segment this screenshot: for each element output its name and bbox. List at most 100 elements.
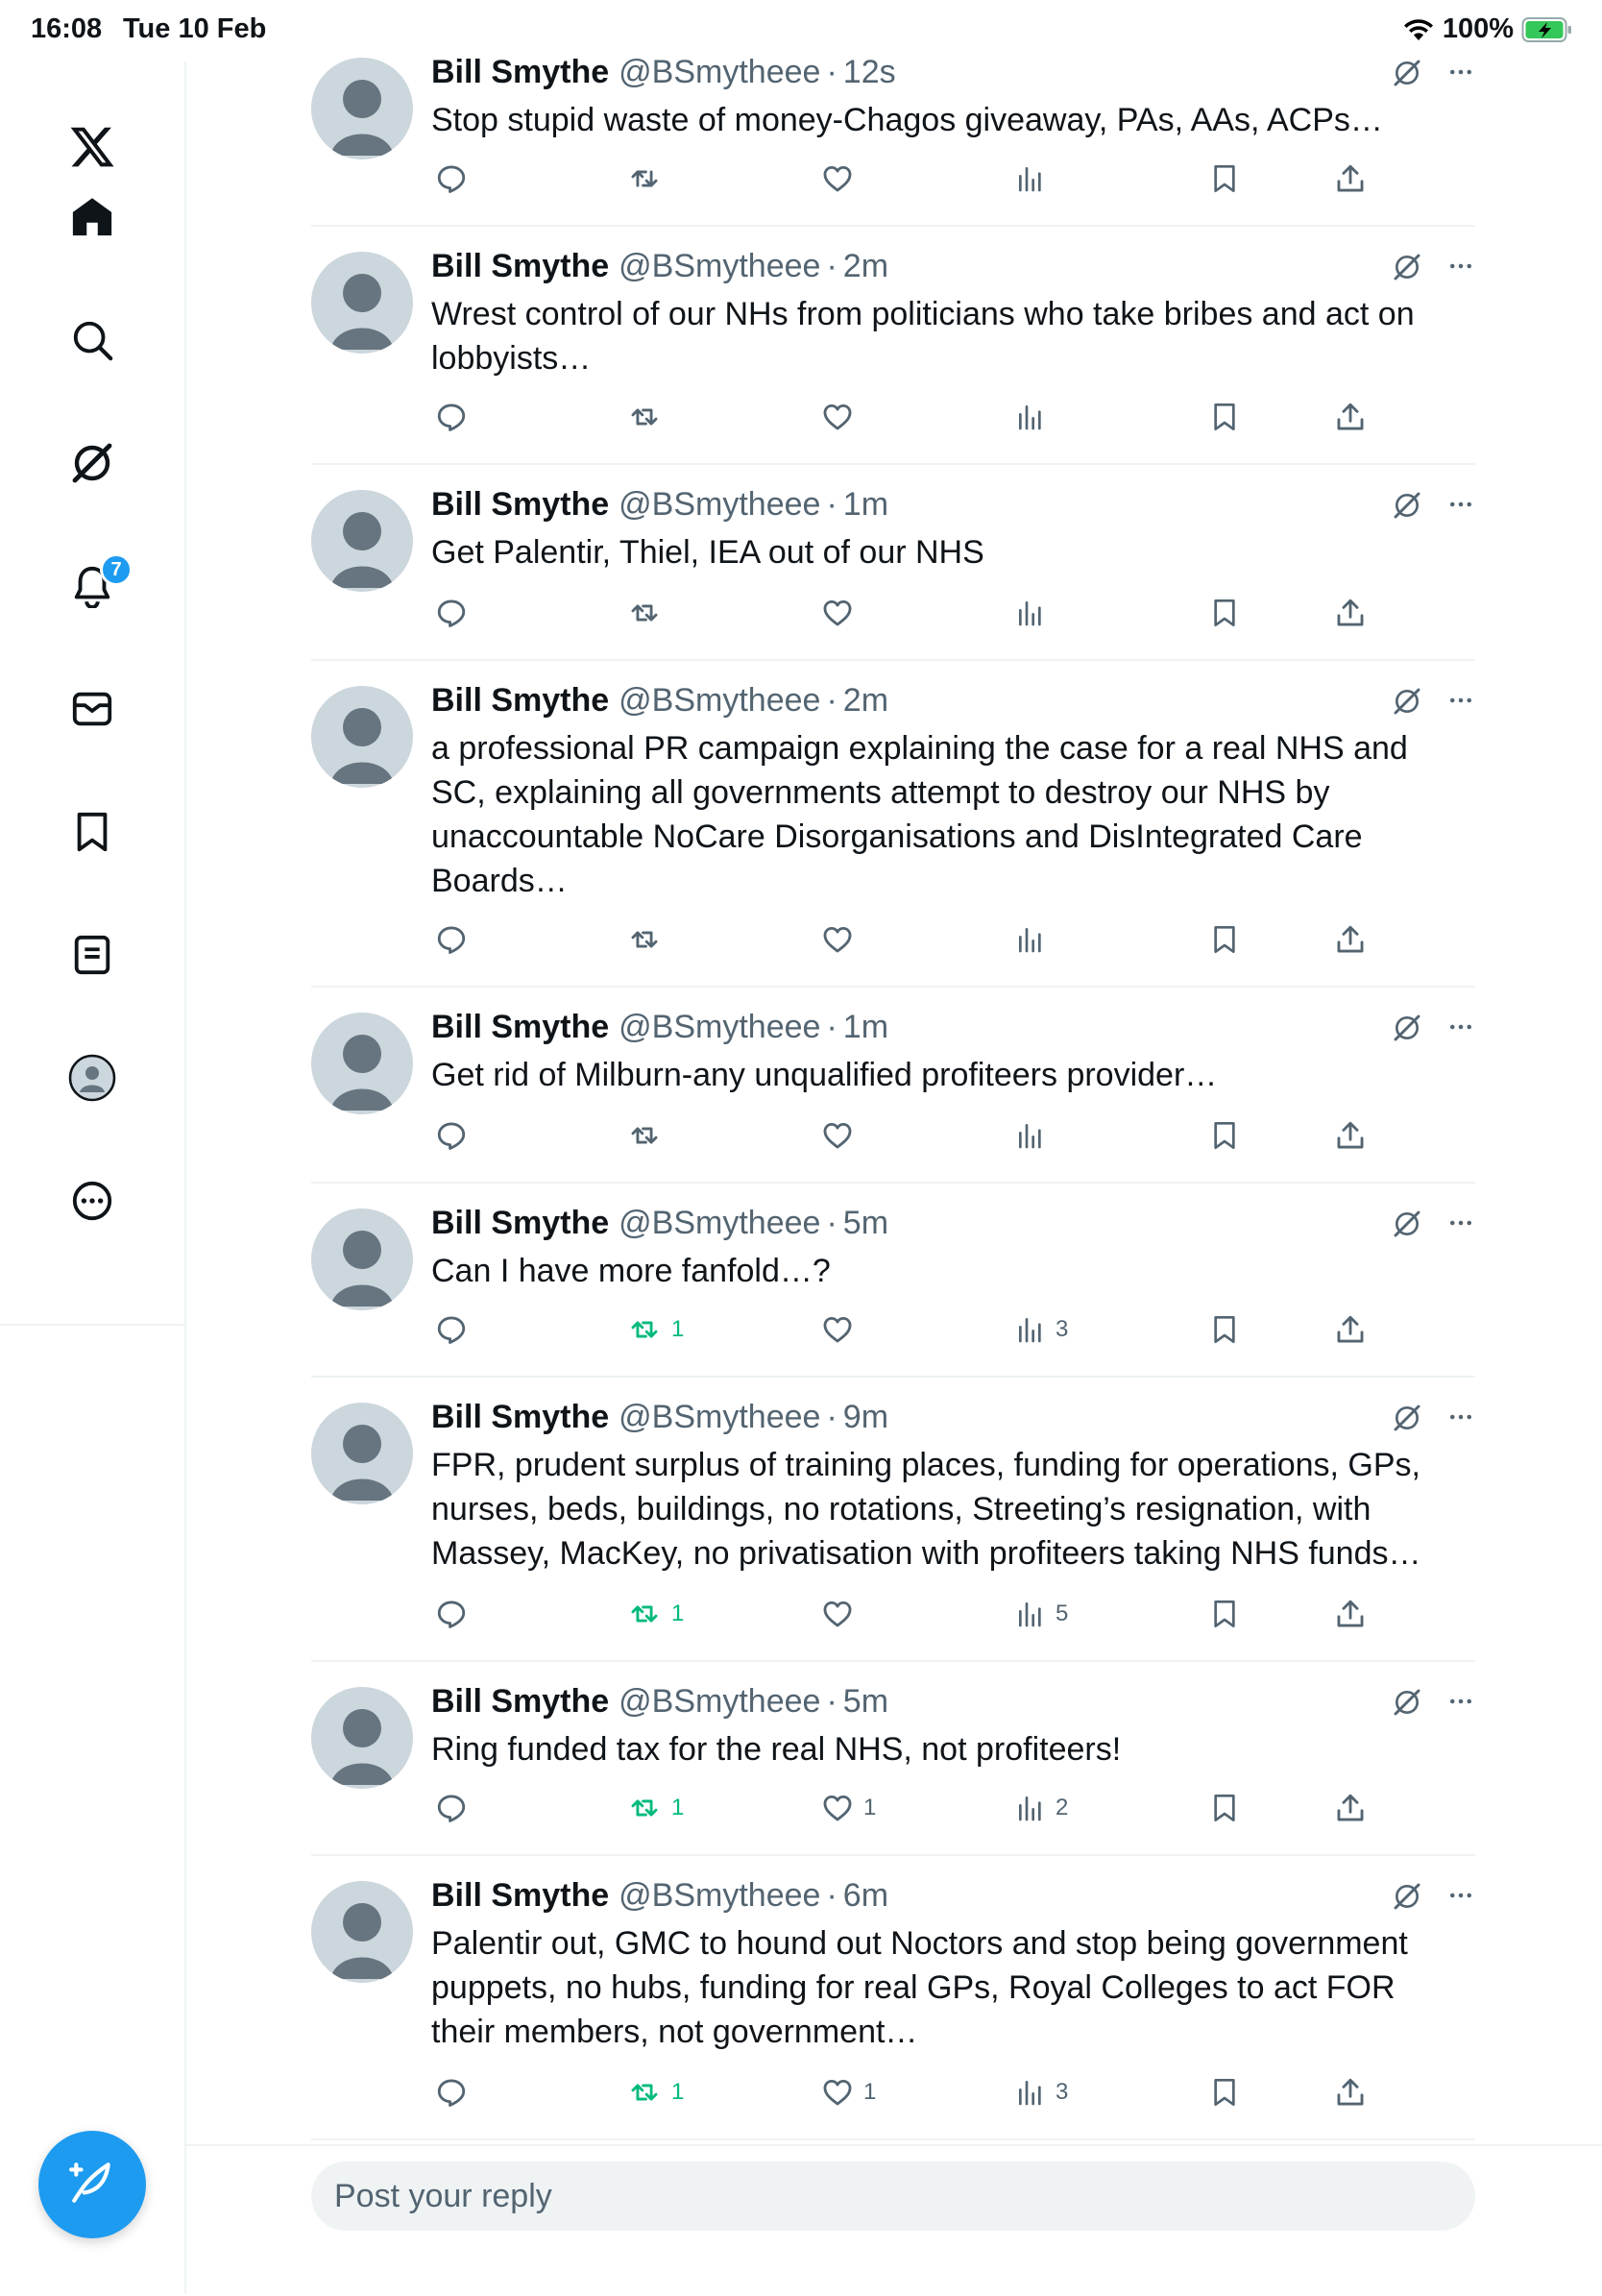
tweet[interactable]: Bill Smythe @BSmytheee · 2m Wrest control o… bbox=[311, 227, 1475, 465]
bookmark-button[interactable] bbox=[1209, 2073, 1240, 2112]
more-options-icon[interactable] bbox=[1446, 686, 1475, 720]
author-handle[interactable]: @BSmytheee bbox=[619, 1395, 820, 1439]
bookmark-button[interactable] bbox=[1209, 594, 1240, 632]
like-button[interactable] bbox=[821, 159, 863, 198]
author-name[interactable]: Bill Smythe bbox=[431, 678, 609, 722]
share-button[interactable] bbox=[1334, 1595, 1367, 1633]
views-button[interactable] bbox=[1015, 920, 1056, 959]
sidebar-item-grok[interactable] bbox=[54, 425, 131, 501]
author-name[interactable]: Bill Smythe bbox=[431, 50, 609, 94]
avatar[interactable] bbox=[311, 1013, 413, 1114]
sidebar-item-notifications[interactable]: 7 bbox=[54, 548, 133, 624]
more-options-icon[interactable] bbox=[1446, 58, 1475, 91]
grok-icon[interactable] bbox=[1392, 686, 1422, 721]
share-button[interactable] bbox=[1334, 2073, 1367, 2112]
author-handle[interactable]: @BSmytheee bbox=[619, 1201, 820, 1245]
share-button[interactable] bbox=[1334, 1310, 1367, 1349]
sidebar-item-lists[interactable] bbox=[54, 916, 131, 993]
sidebar-item-bookmarks[interactable] bbox=[54, 794, 131, 870]
avatar[interactable] bbox=[311, 1687, 413, 1789]
reply-button[interactable] bbox=[435, 1116, 468, 1155]
tweet[interactable]: Bill Smythe @BSmytheee · 1m Get Palentir, T… bbox=[311, 465, 1475, 661]
compose-button[interactable] bbox=[38, 2131, 146, 2238]
reply-button[interactable] bbox=[435, 920, 468, 959]
retweet-button[interactable] bbox=[627, 920, 671, 959]
tweet-time[interactable]: 1m bbox=[843, 1005, 888, 1049]
share-button[interactable] bbox=[1334, 159, 1367, 198]
grok-icon[interactable] bbox=[1392, 1209, 1422, 1244]
tweet[interactable]: Bill Smythe @BSmytheee · 2m a professional … bbox=[311, 661, 1475, 988]
author-name[interactable]: Bill Smythe bbox=[431, 244, 609, 288]
reply-button[interactable] bbox=[435, 159, 468, 198]
like-button[interactable] bbox=[821, 920, 863, 959]
views-button[interactable] bbox=[1015, 594, 1056, 632]
like-button[interactable]: 1 bbox=[821, 1789, 876, 1827]
reply-button[interactable] bbox=[435, 1789, 468, 1827]
reply-button[interactable] bbox=[435, 1595, 468, 1633]
bookmark-button[interactable] bbox=[1209, 159, 1240, 198]
tweet-time[interactable]: 5m bbox=[843, 1201, 888, 1245]
views-button[interactable] bbox=[1015, 159, 1056, 198]
tweet-time[interactable]: 6m bbox=[843, 1873, 888, 1917]
tweet[interactable]: Bill Smythe @BSmytheee · 5m Ring funded tax… bbox=[311, 1662, 1475, 1856]
views-button[interactable] bbox=[1015, 1116, 1056, 1155]
tweet[interactable]: Bill Smythe @BSmytheee · 9m FPR, prudent su… bbox=[311, 1378, 1475, 1662]
author-name[interactable]: Bill Smythe bbox=[431, 1679, 609, 1723]
reply-button[interactable] bbox=[435, 1310, 468, 1349]
grok-icon[interactable] bbox=[1392, 252, 1422, 287]
like-button[interactable] bbox=[821, 594, 863, 632]
retweet-button[interactable]: 1 bbox=[627, 1310, 684, 1349]
tweet-time[interactable]: 1m bbox=[843, 482, 888, 526]
like-button[interactable]: 1 bbox=[821, 2073, 876, 2112]
tweet[interactable]: Bill Smythe @BSmytheee · 6m Palentir out, G… bbox=[311, 1856, 1475, 2140]
views-button[interactable]: 3 bbox=[1015, 1310, 1068, 1349]
author-handle[interactable]: @BSmytheee bbox=[619, 1873, 820, 1917]
share-button[interactable] bbox=[1334, 920, 1367, 959]
bookmark-button[interactable] bbox=[1209, 1310, 1240, 1349]
reply-button[interactable] bbox=[435, 594, 468, 632]
tweet[interactable]: Bill Smythe @BSmytheee · 12s Stop stupid wa… bbox=[311, 33, 1475, 227]
grok-icon[interactable] bbox=[1392, 490, 1422, 525]
avatar[interactable] bbox=[311, 1209, 413, 1310]
views-button[interactable] bbox=[1015, 398, 1056, 436]
x-logo-icon[interactable] bbox=[54, 109, 131, 185]
bookmark-button[interactable] bbox=[1209, 398, 1240, 436]
share-button[interactable] bbox=[1334, 398, 1367, 436]
bookmark-button[interactable] bbox=[1209, 1789, 1240, 1827]
reply-button[interactable] bbox=[435, 2073, 468, 2112]
more-options-icon[interactable] bbox=[1446, 490, 1475, 524]
grok-icon[interactable] bbox=[1392, 58, 1422, 93]
retweet-button[interactable]: 1 bbox=[627, 1789, 684, 1827]
author-handle[interactable]: @BSmytheee bbox=[619, 678, 820, 722]
share-button[interactable] bbox=[1334, 1116, 1367, 1155]
views-button[interactable]: 3 bbox=[1015, 2073, 1068, 2112]
more-options-icon[interactable] bbox=[1446, 1013, 1475, 1046]
like-button[interactable] bbox=[821, 1595, 863, 1633]
grok-icon[interactable] bbox=[1392, 1687, 1422, 1722]
avatar[interactable] bbox=[311, 490, 413, 592]
retweet-button[interactable]: 1 bbox=[627, 1595, 684, 1633]
like-button[interactable] bbox=[821, 1310, 863, 1349]
tweet[interactable]: Bill Smythe @BSmytheee · 1m Get rid of Milb… bbox=[311, 988, 1475, 1184]
grok-icon[interactable] bbox=[1392, 1403, 1422, 1438]
retweet-button[interactable] bbox=[627, 159, 671, 198]
share-button[interactable] bbox=[1334, 1789, 1367, 1827]
like-button[interactable] bbox=[821, 1116, 863, 1155]
grok-icon[interactable] bbox=[1392, 1881, 1422, 1917]
author-handle[interactable]: @BSmytheee bbox=[619, 50, 820, 94]
reply-button[interactable] bbox=[435, 398, 468, 436]
retweet-button[interactable]: 1 bbox=[627, 2073, 684, 2112]
like-button[interactable] bbox=[821, 398, 863, 436]
more-options-icon[interactable] bbox=[1446, 1881, 1475, 1915]
retweet-button[interactable] bbox=[627, 594, 671, 632]
sidebar-item-profile[interactable] bbox=[54, 1039, 131, 1116]
retweet-button[interactable] bbox=[627, 398, 671, 436]
avatar[interactable] bbox=[311, 1403, 413, 1504]
author-name[interactable]: Bill Smythe bbox=[431, 1873, 609, 1917]
tweet-time[interactable]: 2m bbox=[843, 678, 888, 722]
tweet-time[interactable]: 9m bbox=[843, 1395, 888, 1439]
tweet-time[interactable]: 5m bbox=[843, 1679, 888, 1723]
retweet-button[interactable] bbox=[627, 1116, 671, 1155]
author-name[interactable]: Bill Smythe bbox=[431, 1395, 609, 1439]
sidebar-item-explore[interactable] bbox=[54, 302, 131, 379]
